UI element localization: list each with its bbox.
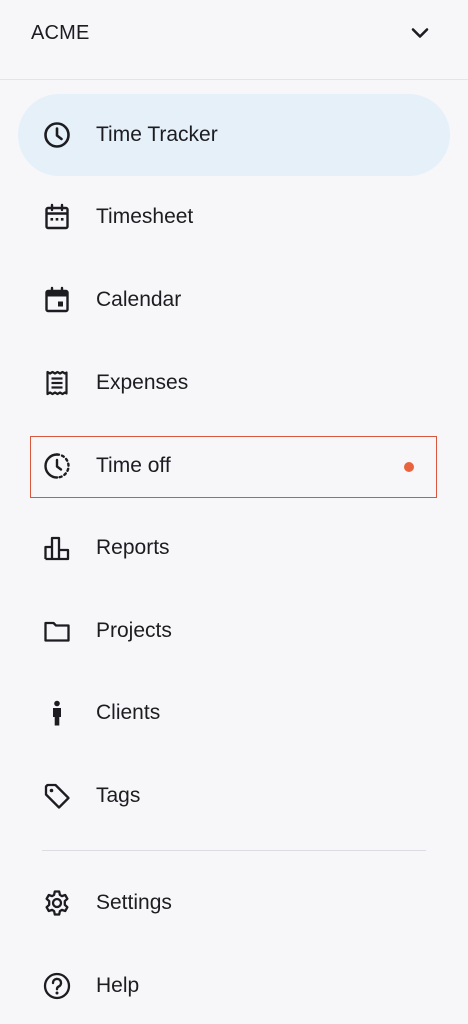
nav-item-label: Time off: [96, 454, 171, 477]
person-icon: [42, 698, 72, 728]
nav-item-expenses[interactable]: Expenses: [18, 342, 450, 424]
navigation-drawer: ACME Time Tracker Timesheet Calendar Exp…: [0, 0, 468, 1024]
nav-item-label: Timesheet: [96, 205, 194, 228]
nav-item-label: Tags: [96, 784, 141, 807]
nav-item-tags[interactable]: Tags: [18, 755, 450, 837]
chevron-down-icon[interactable]: [406, 19, 434, 47]
nav-item-label: Clients: [96, 701, 161, 724]
menu-divider: [42, 850, 426, 851]
workspace-name: ACME: [31, 22, 90, 44]
help-circle-icon: [42, 971, 72, 1001]
nav-item-label: Expenses: [96, 371, 189, 394]
nav-item-label: Projects: [96, 619, 172, 642]
nav-item-time-tracker[interactable]: Time Tracker: [18, 94, 450, 176]
nav-item-label: Time Tracker: [96, 123, 218, 146]
nav-item-label: Calendar: [96, 288, 182, 311]
notification-dot: [404, 462, 414, 472]
workspace-header[interactable]: ACME: [0, 0, 468, 80]
timesheet-calendar-icon: [42, 202, 72, 232]
time-off-clock-icon: [42, 451, 72, 481]
nav-item-help[interactable]: Help: [18, 945, 450, 1024]
nav-item-timesheet[interactable]: Timesheet: [18, 176, 450, 258]
nav-item-label: Settings: [96, 891, 172, 914]
nav-item-projects[interactable]: Projects: [18, 590, 450, 672]
bar-chart-icon: [42, 533, 72, 563]
nav-item-calendar[interactable]: Calendar: [18, 259, 450, 341]
receipt-icon: [42, 368, 72, 398]
clock-icon: [42, 120, 72, 150]
nav-item-settings[interactable]: Settings: [18, 862, 450, 944]
nav-item-time-off[interactable]: Time off: [18, 425, 450, 507]
nav-item-reports[interactable]: Reports: [18, 507, 450, 589]
calendar-icon: [42, 285, 72, 315]
nav-item-clients[interactable]: Clients: [18, 672, 450, 754]
nav-item-label: Help: [96, 974, 140, 997]
tag-icon: [42, 781, 72, 811]
gear-icon: [42, 888, 72, 918]
folder-icon: [42, 616, 72, 646]
nav-item-label: Reports: [96, 536, 170, 559]
